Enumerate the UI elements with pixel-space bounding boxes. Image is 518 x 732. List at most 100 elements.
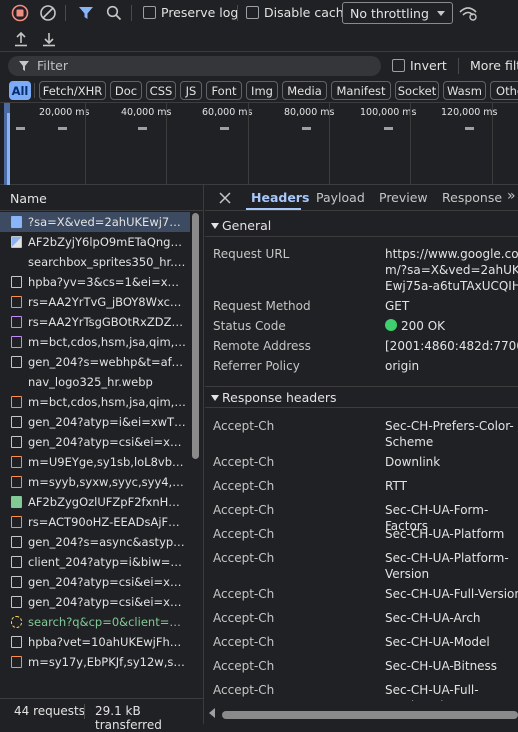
- request-row[interactable]: m=syyb,syxw,syyc,syy4,syxy,...: [0, 472, 190, 492]
- close-icon[interactable]: [214, 187, 236, 209]
- export-har-icon[interactable]: [38, 28, 60, 50]
- overview-tick-label: 120,000 ms: [441, 107, 498, 118]
- type-filter-fetch-xhr[interactable]: Fetch/XHR: [39, 81, 106, 100]
- request-row[interactable]: gen_204?atyp=csi&ei=xwT...: [0, 572, 190, 592]
- tab-preview[interactable]: Preview: [379, 190, 428, 205]
- response-header-value: Downlink: [385, 455, 441, 469]
- request-name: search?q&cp=0&client=mo...: [28, 615, 186, 629]
- tab-response[interactable]: Response: [442, 190, 502, 205]
- response-header-value: Sec-CH-UA-Platform-Version: [385, 551, 509, 581]
- type-filter-wasm[interactable]: Wasm: [443, 81, 486, 100]
- response-headers-section-title: Response headers: [222, 390, 337, 405]
- throttling-value: No throttling: [350, 6, 429, 21]
- type-filter-font[interactable]: Font: [206, 81, 242, 100]
- file-icon: [11, 636, 22, 648]
- request-row[interactable]: gen_204?s=webhp&t=aft&...: [0, 352, 190, 372]
- filter-funnel-icon[interactable]: [75, 2, 97, 24]
- request-row[interactable]: gen_204?atyp=csi&ei=xwT...: [0, 432, 190, 452]
- request-row[interactable]: m=bct,cdos,hsm,jsa,qim,rr4...: [0, 332, 190, 352]
- request-row[interactable]: searchbox_sprites350_hr.we...: [0, 252, 190, 272]
- request-row[interactable]: m=U9EYge,sy1sb,loL8vb,sy1...: [0, 452, 190, 472]
- type-filter-all[interactable]: All: [9, 81, 31, 100]
- tab-headers[interactable]: Headers: [251, 190, 309, 205]
- script-icon: [11, 476, 22, 488]
- type-filter-doc[interactable]: Doc: [110, 81, 142, 100]
- scrollbar-thumb[interactable]: [192, 213, 199, 459]
- request-row[interactable]: AF2bZyjY6lpO9mETaQngBq...: [0, 232, 190, 252]
- request-name: nav_logo325_hr.webp: [28, 375, 153, 389]
- request-row[interactable]: m=bct,cdos,hsm,jsa,qim,rr4...: [0, 392, 190, 412]
- type-filter-socket[interactable]: Socket: [395, 81, 439, 100]
- request-row[interactable]: nav_logo325_hr.webp: [0, 372, 190, 392]
- general-field-value: [2001:4860:482d:7700::]:443: [385, 339, 518, 353]
- overview-tick-label: 80,000 ms: [284, 107, 335, 118]
- request-row[interactable]: hpba?yv=3&cs=1&ei=xwTV...: [0, 272, 190, 292]
- request-name: ?sa=X&ved=2ahUKEwj75a-a6tuT...: [28, 215, 186, 229]
- details-horizontal-scrollbar[interactable]: [205, 703, 518, 727]
- scrollbar-thumb[interactable]: [222, 711, 518, 719]
- request-row[interactable]: gen_204?s=async&astyp=h...: [0, 532, 190, 552]
- response-header-key: Accept-Ch: [213, 455, 275, 469]
- request-name: rs=AA2YrTsgGBOtRxZDZ9M...: [28, 315, 186, 329]
- search-icon[interactable]: [103, 2, 125, 24]
- request-count: 44 requests: [14, 704, 85, 718]
- throttling-select[interactable]: No throttling: [342, 2, 453, 24]
- request-row[interactable]: rs=AA2YrTsgGBOtRxZDZ9M...: [0, 312, 190, 332]
- type-filter-othe[interactable]: Othe: [490, 81, 518, 100]
- request-list: ?sa=X&ved=2ahUKEwj75a-a6tuT... AF2bZyjY6l…: [0, 211, 204, 698]
- transferred-size: 29.1 kB transferred: [95, 704, 162, 732]
- request-row[interactable]: hpba?vet=10ahUKEwjFh8jB...: [0, 632, 190, 652]
- overview-activity-bar: [220, 127, 229, 130]
- blank-icon: [11, 376, 22, 388]
- general-section-header[interactable]: General: [205, 215, 518, 237]
- more-filters-button[interactable]: More filte: [470, 58, 518, 73]
- general-field-key: Request Method: [213, 299, 311, 313]
- collapse-triangle-icon: [211, 223, 219, 229]
- request-name: m=bct,cdos,hsm,jsa,qim,rr4...: [28, 395, 186, 409]
- type-filter-css[interactable]: CSS: [146, 81, 176, 100]
- tab-payload[interactable]: Payload: [316, 190, 365, 205]
- request-row[interactable]: m=sy17y,EbPKJf,sy12w,sy12...: [0, 652, 190, 672]
- import-har-icon[interactable]: [10, 28, 32, 50]
- request-row[interactable]: client_204?atyp=i&biw=14...: [0, 552, 190, 572]
- type-filter-img[interactable]: Img: [246, 81, 278, 100]
- file-icon: [11, 536, 22, 548]
- collapse-triangle-icon: [211, 395, 219, 401]
- request-row[interactable]: search?q&cp=0&client=mo...: [0, 612, 190, 632]
- request-row[interactable]: rs=ACT90oHZ-EEADsAjFQO...: [0, 512, 190, 532]
- response-header-value: Sec-CH-UA-Model: [385, 635, 490, 649]
- stop-recording-icon[interactable]: [9, 2, 31, 24]
- more-tabs-icon[interactable]: »: [507, 188, 516, 204]
- clear-icon[interactable]: [37, 2, 59, 24]
- network-conditions-icon[interactable]: [457, 2, 479, 24]
- request-row[interactable]: AF2bZygOzlUFZpF2fxnH4L-...: [0, 492, 190, 512]
- file-icon: [11, 576, 22, 588]
- request-name: gen_204?atyp=i&ei=xwTVa...: [28, 415, 186, 429]
- request-row[interactable]: gen_204?atyp=i&ei=xwTVa...: [0, 412, 190, 432]
- name-column-header[interactable]: Name: [10, 191, 47, 206]
- filter-input[interactable]: Filter: [8, 56, 381, 76]
- request-name: m=syyb,syxw,syyc,syy4,syxy,...: [28, 475, 186, 489]
- disable-cache-checkbox[interactable]: [246, 6, 259, 19]
- overview-activity-bar: [138, 127, 147, 130]
- type-filter-media[interactable]: Media: [282, 81, 327, 100]
- type-filter-js[interactable]: JS: [180, 81, 202, 100]
- type-filter-manifest[interactable]: Manifest: [331, 81, 391, 100]
- stylesheet-icon: [11, 336, 22, 348]
- request-name: rs=AA2YrTvG_jBOY8Wxc1Oi...: [28, 295, 186, 309]
- response-headers-section-header[interactable]: Response headers: [205, 386, 518, 408]
- request-list-header[interactable]: Name: [0, 185, 204, 211]
- request-row[interactable]: gen_204?atyp=csi&ei=xwT...: [0, 592, 190, 612]
- request-row[interactable]: rs=AA2YrTvG_jBOY8Wxc1Oi...: [0, 292, 190, 312]
- general-field-key: Status Code: [213, 319, 286, 333]
- preserve-log-checkbox[interactable]: [143, 6, 156, 19]
- request-list-scrollbar[interactable]: [190, 213, 200, 696]
- overview-tick-label: 60,000 ms: [202, 107, 253, 118]
- response-header-key: Accept-Ch: [213, 503, 275, 517]
- stylesheet-icon: [11, 316, 22, 328]
- request-row[interactable]: ?sa=X&ved=2ahUKEwj75a-a6tuT...: [0, 212, 190, 232]
- invert-checkbox[interactable]: [392, 59, 405, 72]
- general-field-key: Referrer Policy: [213, 359, 300, 373]
- scroll-left-icon[interactable]: [209, 708, 215, 718]
- network-overview-timeline[interactable]: 20,000 ms 40,000 ms 60,000 ms 80,000 ms 100,…: [0, 103, 518, 185]
